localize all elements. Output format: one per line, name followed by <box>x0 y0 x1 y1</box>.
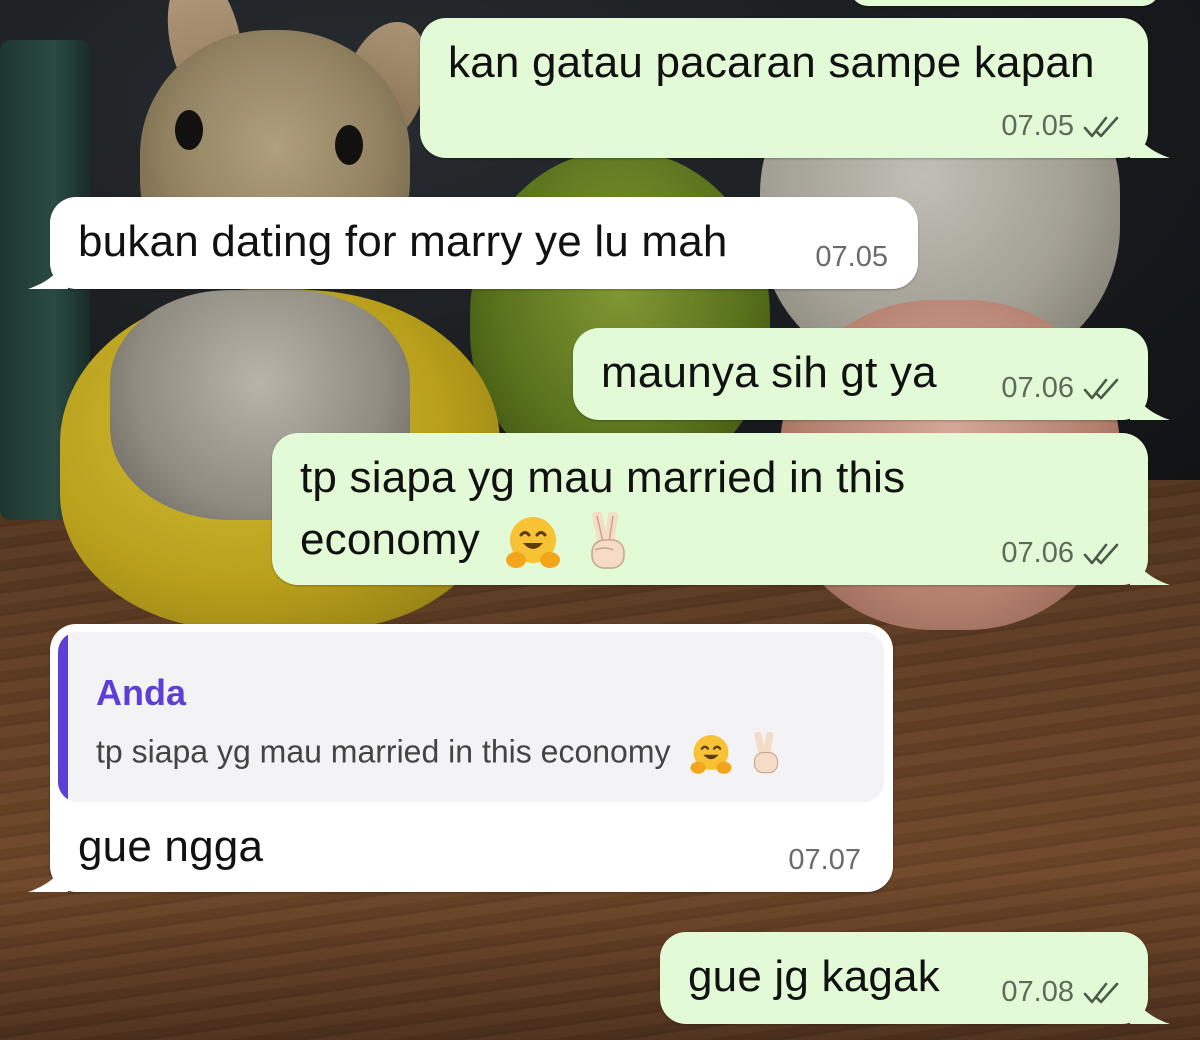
message-text: gue ngga <box>78 822 264 871</box>
message-time: 07.07 <box>788 844 861 876</box>
message-meta: 07.05 <box>1001 110 1122 143</box>
hugging-face-emoji <box>506 517 561 569</box>
outgoing-message-bubble[interactable]: maunya sih gt ya 07.06 <box>573 328 1148 420</box>
message-meta: 07.05 <box>815 241 888 274</box>
double-check-icon <box>1083 116 1119 137</box>
double-check-icon <box>1083 982 1119 1003</box>
message-text-line: economy <box>300 509 633 572</box>
hugging-face-emoji <box>690 735 732 774</box>
message-time: 07.05 <box>1001 110 1074 142</box>
double-check-icon <box>1083 378 1119 399</box>
message-meta: 07.06 <box>1001 537 1122 570</box>
incoming-message-bubble[interactable]: bukan dating for marry ye lu mah 07.05 <box>50 197 918 289</box>
message-meta: 07.08 <box>1001 976 1122 1009</box>
quoted-message[interactable]: Anda tp siapa yg mau married in this eco… <box>58 632 884 802</box>
victory-hand-emoji <box>754 732 779 774</box>
quote-author: Anda <box>96 672 186 713</box>
message-time: 07.08 <box>1001 976 1074 1008</box>
message-text: kan gatau pacaran sampe kapan <box>448 38 1095 87</box>
outgoing-message-bubble[interactable]: kan gatau pacaran sampe kapan 07.05 <box>420 18 1148 158</box>
quote-text-row: tp siapa yg mau married in this economy <box>96 732 784 776</box>
outgoing-message-bubble[interactable]: tp siapa yg mau married in this economy … <box>272 433 1148 585</box>
previous-message-bubble[interactable] <box>850 0 1160 6</box>
message-time: 07.06 <box>1001 537 1074 569</box>
message-meta: 07.07 <box>788 844 861 877</box>
message-text: gue jg kagak <box>688 952 940 1001</box>
message-text: economy <box>300 515 480 564</box>
double-check-icon <box>1083 543 1119 564</box>
message-time: 07.06 <box>1001 372 1074 404</box>
message-text: maunya sih gt ya <box>601 348 937 397</box>
message-list[interactable]: kan gatau pacaran sampe kapan 07.05 buka… <box>0 0 1200 1040</box>
message-meta: 07.06 <box>1001 372 1122 405</box>
message-text: bukan dating for marry ye lu mah <box>78 217 728 266</box>
incoming-reply-bubble[interactable]: Anda tp siapa yg mau married in this eco… <box>50 624 893 892</box>
quote-accent-bar <box>58 632 68 802</box>
message-text-line: tp siapa yg mau married in this <box>300 453 906 502</box>
quote-text: tp siapa yg mau married in this economy <box>96 733 671 770</box>
outgoing-message-bubble[interactable]: gue jg kagak 07.08 <box>660 932 1148 1024</box>
victory-hand-emoji <box>591 512 625 570</box>
message-time: 07.05 <box>815 241 888 273</box>
